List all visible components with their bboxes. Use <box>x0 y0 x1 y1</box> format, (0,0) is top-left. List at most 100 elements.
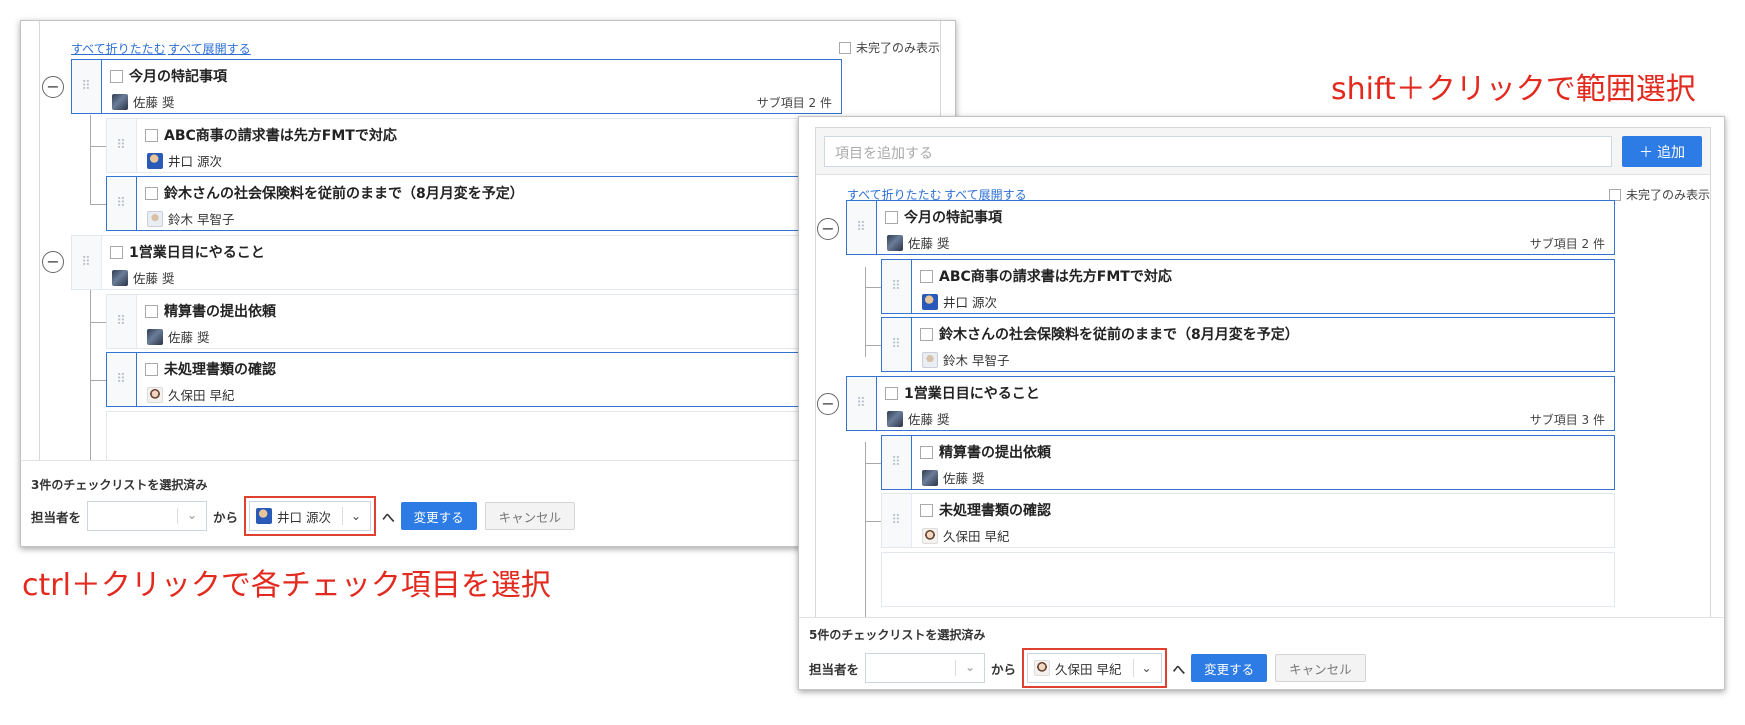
item-title: 今月の特記事項 <box>129 69 227 85</box>
tree-line <box>90 290 91 460</box>
item-title: ABC商事の請求書は先方FMTで対応 <box>939 269 1172 285</box>
add-item-input[interactable]: 項目を追加する <box>824 136 1612 167</box>
cancel-button[interactable]: キャンセル <box>484 502 576 530</box>
tree-line <box>865 345 881 346</box>
tree-line <box>865 267 866 357</box>
item-checkbox[interactable] <box>920 503 933 517</box>
collapse-all-link[interactable]: すべて折りたたむ <box>71 40 166 57</box>
item-title: 1営業日目にやること <box>129 245 265 261</box>
incomplete-only-checkbox[interactable] <box>1608 188 1621 201</box>
new-assignee-select[interactable]: ⌄ <box>865 653 986 683</box>
incomplete-only-toggle[interactable]: 未完了のみ表示 <box>1608 186 1710 203</box>
current-assignee-select[interactable]: 井口 源次 ⌄ <box>249 501 372 531</box>
item-checkbox[interactable] <box>920 445 933 459</box>
item-title: 未処理書類の確認 <box>164 362 276 378</box>
drag-handle-icon[interactable]: ⠿ <box>107 177 137 230</box>
checklist-item[interactable]: ⠿ 1営業日目にやること 佐藤 奨 サブ項目 3 件 <box>846 376 1615 431</box>
drag-handle-icon[interactable]: ⠿ <box>72 236 102 289</box>
tree-line <box>90 204 106 205</box>
drag-handle-icon[interactable]: ⠿ <box>882 318 912 371</box>
item-checkbox[interactable] <box>145 304 158 318</box>
checklist-item[interactable]: ⠿ 今月の特記事項 佐藤 奨 サブ項目 2 件 <box>846 200 1615 255</box>
highlight-box: 久保田 早紀 ⌄ <box>1022 648 1167 688</box>
item-assignee: 久保田 早紀 <box>943 529 1010 544</box>
new-assignee-select[interactable]: ⌄ <box>87 501 208 531</box>
assignee-label: 担当者を <box>809 661 860 677</box>
item-assignee: 佐藤 奨 <box>168 330 210 345</box>
collapse-toggle-icon[interactable]: − <box>817 218 839 240</box>
bulk-assign-bar: 5件のチェックリストを選択済み 担当者を ⌄ から 久保田 早紀 ⌄ へ 変更す… <box>799 617 1724 689</box>
collapse-toggle-icon[interactable]: − <box>42 251 64 273</box>
current-assignee-value: 久保田 早紀 <box>1055 661 1122 677</box>
item-checkbox[interactable] <box>885 210 898 224</box>
cancel-button[interactable]: キャンセル <box>1275 654 1366 682</box>
change-button[interactable]: 変更する <box>1191 654 1268 682</box>
avatar <box>256 508 273 524</box>
from-label: から <box>213 509 239 525</box>
avatar <box>112 269 128 286</box>
item-checkbox[interactable] <box>145 362 158 376</box>
checklist-item[interactable]: ⠿ 鈴木さんの社会保険料を従前のままで（8月月変を予定） 鈴木 早智子 <box>881 317 1615 372</box>
item-checkbox[interactable] <box>110 69 123 83</box>
item-checkbox[interactable] <box>145 186 158 200</box>
item-checkbox[interactable] <box>110 245 123 259</box>
checklist-panel-shift: 項目を追加する ＋ 追加 すべて折りたたむ すべて展開する 未完了のみ表示 − … <box>798 116 1725 690</box>
avatar <box>147 210 163 227</box>
drag-handle-icon[interactable]: ⠿ <box>107 353 137 406</box>
drag-handle-icon[interactable]: ⠿ <box>882 436 912 489</box>
drag-handle-icon[interactable]: ⠿ <box>107 119 137 172</box>
assignee-label: 担当者を <box>31 509 82 525</box>
item-checkbox[interactable] <box>920 327 933 341</box>
item-assignee: 井口 源次 <box>943 295 997 310</box>
incomplete-only-checkbox[interactable] <box>838 41 851 54</box>
drag-handle-icon[interactable]: ⠿ <box>882 494 912 547</box>
drag-handle-icon[interactable]: ⠿ <box>882 260 912 313</box>
checklist-item[interactable]: ⠿ ABC商事の請求書は先方FMTで対応 井口 源次 <box>881 259 1615 314</box>
tree-line <box>90 146 106 147</box>
item-checkbox[interactable] <box>920 269 933 283</box>
checklist-item[interactable]: ⠿ 精算書の提出依頼 佐藤 奨 <box>881 435 1615 490</box>
item-checkbox[interactable] <box>145 128 158 142</box>
checklist-item[interactable]: ⠿ 精算書の提出依頼 佐藤 奨 <box>106 294 846 349</box>
checklist-item[interactable]: ⠿ 鈴木さんの社会保険料を従前のままで（8月月変を予定） 鈴木 早智子 <box>106 176 846 231</box>
collapse-toggle-icon[interactable]: − <box>42 76 64 98</box>
avatar <box>922 351 938 368</box>
drag-handle-icon[interactable]: ⠿ <box>847 377 877 430</box>
item-assignee: 佐藤 奨 <box>908 412 950 427</box>
item-checkbox[interactable] <box>885 386 898 400</box>
tree-line <box>865 463 881 464</box>
item-assignee: 佐藤 奨 <box>908 236 950 251</box>
tree-line <box>90 322 106 323</box>
checklist-item[interactable]: ⠿ 未処理書類の確認 久保田 早紀 <box>106 352 846 407</box>
avatar <box>1034 660 1051 676</box>
checklist-item[interactable]: ⠿ 未処理書類の確認 久保田 早紀 <box>881 493 1615 548</box>
avatar <box>922 527 938 544</box>
plus-icon: ＋ <box>1639 144 1653 161</box>
incomplete-only-toggle[interactable]: 未完了のみ表示 <box>838 39 940 56</box>
drag-handle-icon[interactable]: ⠿ <box>72 60 102 113</box>
drag-handle-icon[interactable]: ⠿ <box>107 295 137 348</box>
chevron-down-icon: ⌄ <box>964 660 976 674</box>
add-button[interactable]: ＋ 追加 <box>1622 136 1702 167</box>
collapse-toggle-icon[interactable]: − <box>817 393 839 415</box>
expand-all-link[interactable]: すべて展開する <box>168 40 251 57</box>
avatar <box>147 386 163 403</box>
change-button[interactable]: 変更する <box>400 502 477 530</box>
checklist-item[interactable]: ⠿ 今月の特記事項 佐藤 奨 サブ項目 2 件 <box>71 59 842 114</box>
item-assignee: 鈴木 早智子 <box>943 353 1010 368</box>
item-title: 今月の特記事項 <box>904 210 1002 226</box>
item-title: 1営業日目にやること <box>904 386 1040 402</box>
checklist-item[interactable]: ⠿ 1営業日目にやること 佐藤 奨 <box>71 235 842 290</box>
checklist-item-partial <box>106 411 846 462</box>
subitem-count: サブ項目 2 件 <box>756 96 832 110</box>
item-assignee: 佐藤 奨 <box>133 95 175 110</box>
highlight-box: 井口 源次 ⌄ <box>244 496 377 536</box>
checklist-item[interactable]: ⠿ ABC商事の請求書は先方FMTで対応 井口 源次 <box>106 118 846 173</box>
drag-handle-icon[interactable]: ⠿ <box>847 201 877 254</box>
current-assignee-select[interactable]: 久保田 早紀 ⌄ <box>1027 653 1162 683</box>
item-title: 精算書の提出依頼 <box>164 304 276 320</box>
item-title: 鈴木さんの社会保険料を従前のままで（8月月変を予定） <box>939 327 1299 343</box>
avatar <box>887 410 903 427</box>
item-title: 精算書の提出依頼 <box>939 445 1051 461</box>
avatar <box>112 93 128 110</box>
